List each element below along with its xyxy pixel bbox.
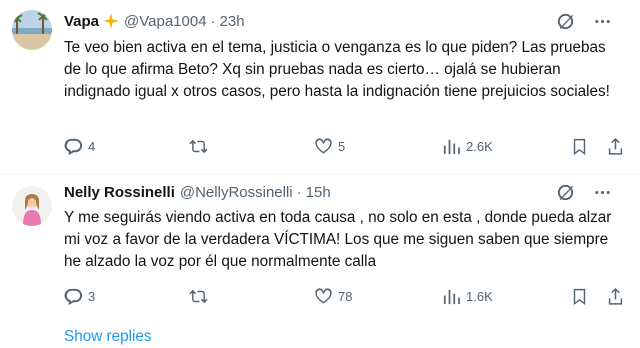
- reply-button[interactable]: 3: [64, 287, 95, 306]
- reply-icon: [64, 287, 83, 306]
- timestamp[interactable]: 15h: [306, 184, 331, 201]
- like-icon: [314, 137, 333, 156]
- like-button[interactable]: 5: [314, 137, 345, 156]
- retweet-button[interactable]: [189, 137, 213, 156]
- separator-dot: ·: [210, 12, 216, 30]
- separator-dot: ·: [296, 183, 302, 201]
- views-icon: [442, 137, 461, 156]
- views-icon: [442, 287, 461, 306]
- like-count: 78: [338, 289, 353, 304]
- grok-icon[interactable]: [556, 12, 575, 31]
- tweet-header: Nelly Rossinelli @NellyRossinelli · 15h: [64, 181, 626, 203]
- tweet-actions: 3 78 1.6K: [64, 287, 624, 307]
- tweet-header: Vapa @Vapa1004 · 23h: [64, 10, 626, 32]
- views-button[interactable]: 1.6K: [442, 287, 493, 306]
- views-button[interactable]: 2.6K: [442, 137, 493, 156]
- reply-count: 4: [88, 139, 96, 154]
- bookmark-icon: [570, 137, 589, 156]
- avatar[interactable]: [12, 10, 52, 50]
- views-count: 1.6K: [466, 289, 493, 304]
- tweet-text: Y me seguirás viendo activa en toda caus…: [64, 209, 612, 270]
- sparkle-icon: [103, 13, 120, 29]
- share-icon: [606, 137, 625, 156]
- more-icon[interactable]: [593, 183, 612, 202]
- retweet-button[interactable]: [189, 287, 213, 306]
- bookmark-button[interactable]: [570, 137, 589, 156]
- show-replies-link[interactable]: Show replies: [64, 327, 152, 347]
- author-handle[interactable]: @NellyRossinelli: [180, 184, 293, 201]
- reply-icon: [64, 137, 83, 156]
- tweet[interactable]: Vapa @Vapa1004 · 23h Te veo bien activa …: [0, 0, 640, 174]
- share-button[interactable]: [606, 287, 625, 306]
- timestamp[interactable]: 23h: [220, 13, 245, 30]
- reply-button[interactable]: 4: [64, 137, 95, 156]
- views-count: 2.6K: [466, 139, 493, 154]
- author-handle[interactable]: @Vapa1004: [124, 13, 207, 30]
- like-count: 5: [338, 139, 346, 154]
- bookmark-icon: [570, 287, 589, 306]
- avatar[interactable]: [12, 186, 52, 226]
- bookmark-button[interactable]: [570, 287, 589, 306]
- grok-icon[interactable]: [556, 183, 575, 202]
- tweet-text: Te veo bien activa en el tema, justicia …: [64, 39, 610, 100]
- author-name[interactable]: Nelly Rossinelli: [64, 184, 175, 201]
- share-button[interactable]: [606, 137, 625, 156]
- retweet-icon: [189, 137, 208, 156]
- more-icon[interactable]: [593, 12, 612, 31]
- like-button[interactable]: 78: [314, 287, 352, 306]
- retweet-icon: [189, 287, 208, 306]
- share-icon: [606, 287, 625, 306]
- reply-count: 3: [88, 289, 96, 304]
- like-icon: [314, 287, 333, 306]
- tweet[interactable]: Nelly Rossinelli @NellyRossinelli · 15h …: [0, 174, 640, 314]
- tweet-actions: 4 5 2.6K: [64, 137, 624, 157]
- author-name[interactable]: Vapa: [64, 13, 99, 30]
